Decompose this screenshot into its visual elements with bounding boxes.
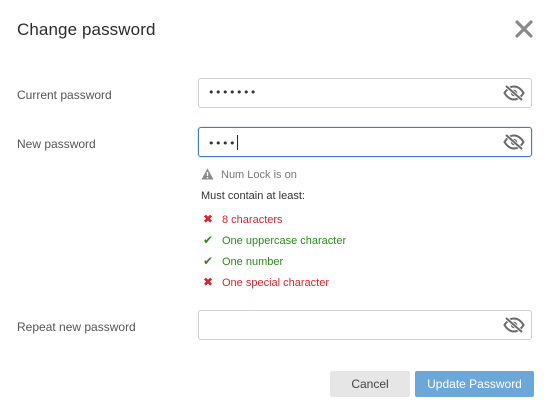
cross-icon: ✖ [202,275,214,289]
check-icon: ✔ [202,233,214,247]
toggle-visibility-button[interactable] [503,133,525,151]
requirement-item: ✔ One uppercase character [201,233,346,247]
requirement-text: One number [222,256,284,268]
numlock-text: Num Lock is on [221,169,297,181]
current-password-value: ••••••• [208,86,257,99]
eye-slash-icon [503,133,525,151]
requirement-item: ✖ One special character [201,275,329,289]
current-password-field[interactable]: ••••••• [198,78,532,108]
requirement-text: One special character [222,277,329,289]
toggle-visibility-button[interactable] [503,316,525,334]
close-icon [515,20,533,38]
new-password-field[interactable]: •••• [198,127,532,157]
repeat-password-field[interactable] [198,310,532,340]
check-icon: ✔ [202,254,214,268]
change-password-dialog: Change password Current password •••••••… [0,0,550,409]
requirement-text: 8 characters [222,214,283,226]
update-password-button[interactable]: Update Password [415,371,534,397]
new-password-label: New password [17,137,96,151]
warning-icon [201,168,214,180]
cancel-button[interactable]: Cancel [330,371,410,397]
cross-icon: ✖ [202,212,214,226]
current-password-label: Current password [17,88,112,102]
text-caret [236,135,238,150]
must-contain-heading: Must contain at least: [201,190,305,202]
numlock-warning: Num Lock is on [201,168,297,181]
toggle-visibility-button[interactable] [503,84,525,102]
requirement-text: One uppercase character [222,235,347,247]
new-password-value: •••• [208,135,238,150]
requirement-item: ✔ One number [201,254,283,268]
eye-slash-icon [503,316,525,334]
requirement-item: ✖ 8 characters [201,212,283,226]
close-button[interactable] [513,18,535,40]
repeat-password-label: Repeat new password [17,320,136,334]
eye-slash-icon [503,84,525,102]
dialog-title: Change password [17,20,156,39]
